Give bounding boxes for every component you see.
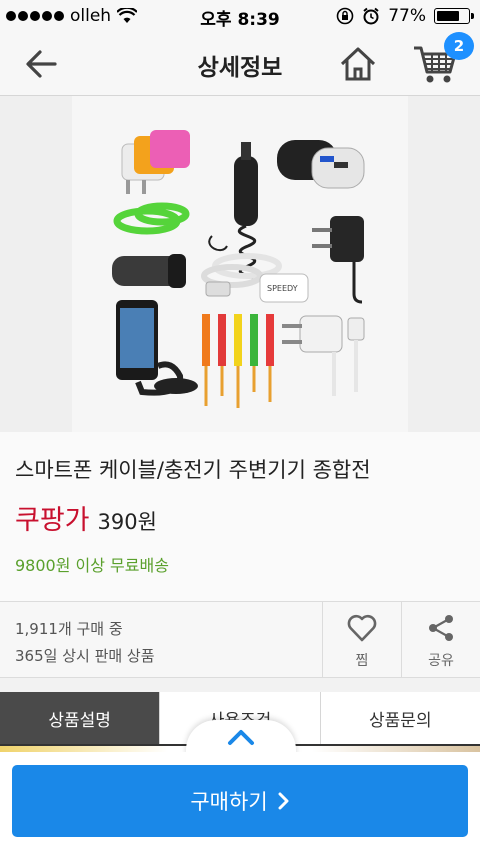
chevron-right-icon [278, 792, 289, 810]
like-button[interactable]: 찜 [322, 602, 401, 678]
battery-fill [437, 11, 459, 21]
chevron-up-icon [228, 730, 254, 745]
buy-bar: 구매하기 [0, 752, 480, 852]
page-title: 상세정보 [197, 55, 283, 81]
alarm-icon [363, 7, 379, 25]
buy-button-label: 구매하기 [190, 790, 268, 814]
status-bar: olleh 오후 8:39 77% [0, 0, 480, 32]
price-row: 쿠팡가 390원 [15, 498, 157, 537]
speedy-brand-label: SPEEDY [267, 284, 298, 293]
purchase-count: 1,911개 구매 중 [15, 620, 123, 638]
stats-text: 1,911개 구매 중 365일 상시 판매 상품 [15, 616, 155, 670]
product-image-area: SPEEDY [0, 96, 480, 432]
battery-icon [434, 8, 474, 24]
home-icon[interactable] [338, 44, 378, 84]
back-arrow-icon[interactable] [22, 46, 62, 82]
share-label: 공유 [428, 653, 454, 669]
share-button[interactable]: 공유 [401, 602, 480, 678]
tab-inquiry[interactable]: 상품문의 [320, 692, 480, 744]
share-icon [429, 615, 453, 641]
product-image[interactable]: SPEEDY [72, 96, 408, 432]
cart-count-badge: 2 [444, 32, 474, 60]
battery-percent: 77% [388, 6, 426, 26]
price-value: 390원 [97, 510, 157, 534]
product-title: 스마트폰 케이블/충전기 주변기기 종합전 [15, 458, 371, 482]
availability-text: 365일 상시 판매 상품 [15, 647, 155, 665]
stats-panel: 1,911개 구매 중 365일 상시 판매 상품 찜 공유 [0, 602, 480, 678]
nav-bar: 상세정보 [0, 32, 480, 96]
buy-button[interactable]: 구매하기 [12, 765, 468, 837]
tab-description[interactable]: 상품설명 [0, 692, 161, 744]
status-right: 77% [336, 0, 474, 32]
shipping-info: 9800원 이상 무료배송 [15, 556, 169, 575]
like-label: 찜 [355, 653, 369, 669]
product-info-panel: 스마트폰 케이블/충전기 주변기기 종합전 쿠팡가 390원 9800원 이상 … [0, 432, 480, 602]
rotation-lock-icon [336, 7, 354, 25]
price-label: 쿠팡가 [15, 505, 90, 536]
heart-icon [347, 614, 377, 642]
